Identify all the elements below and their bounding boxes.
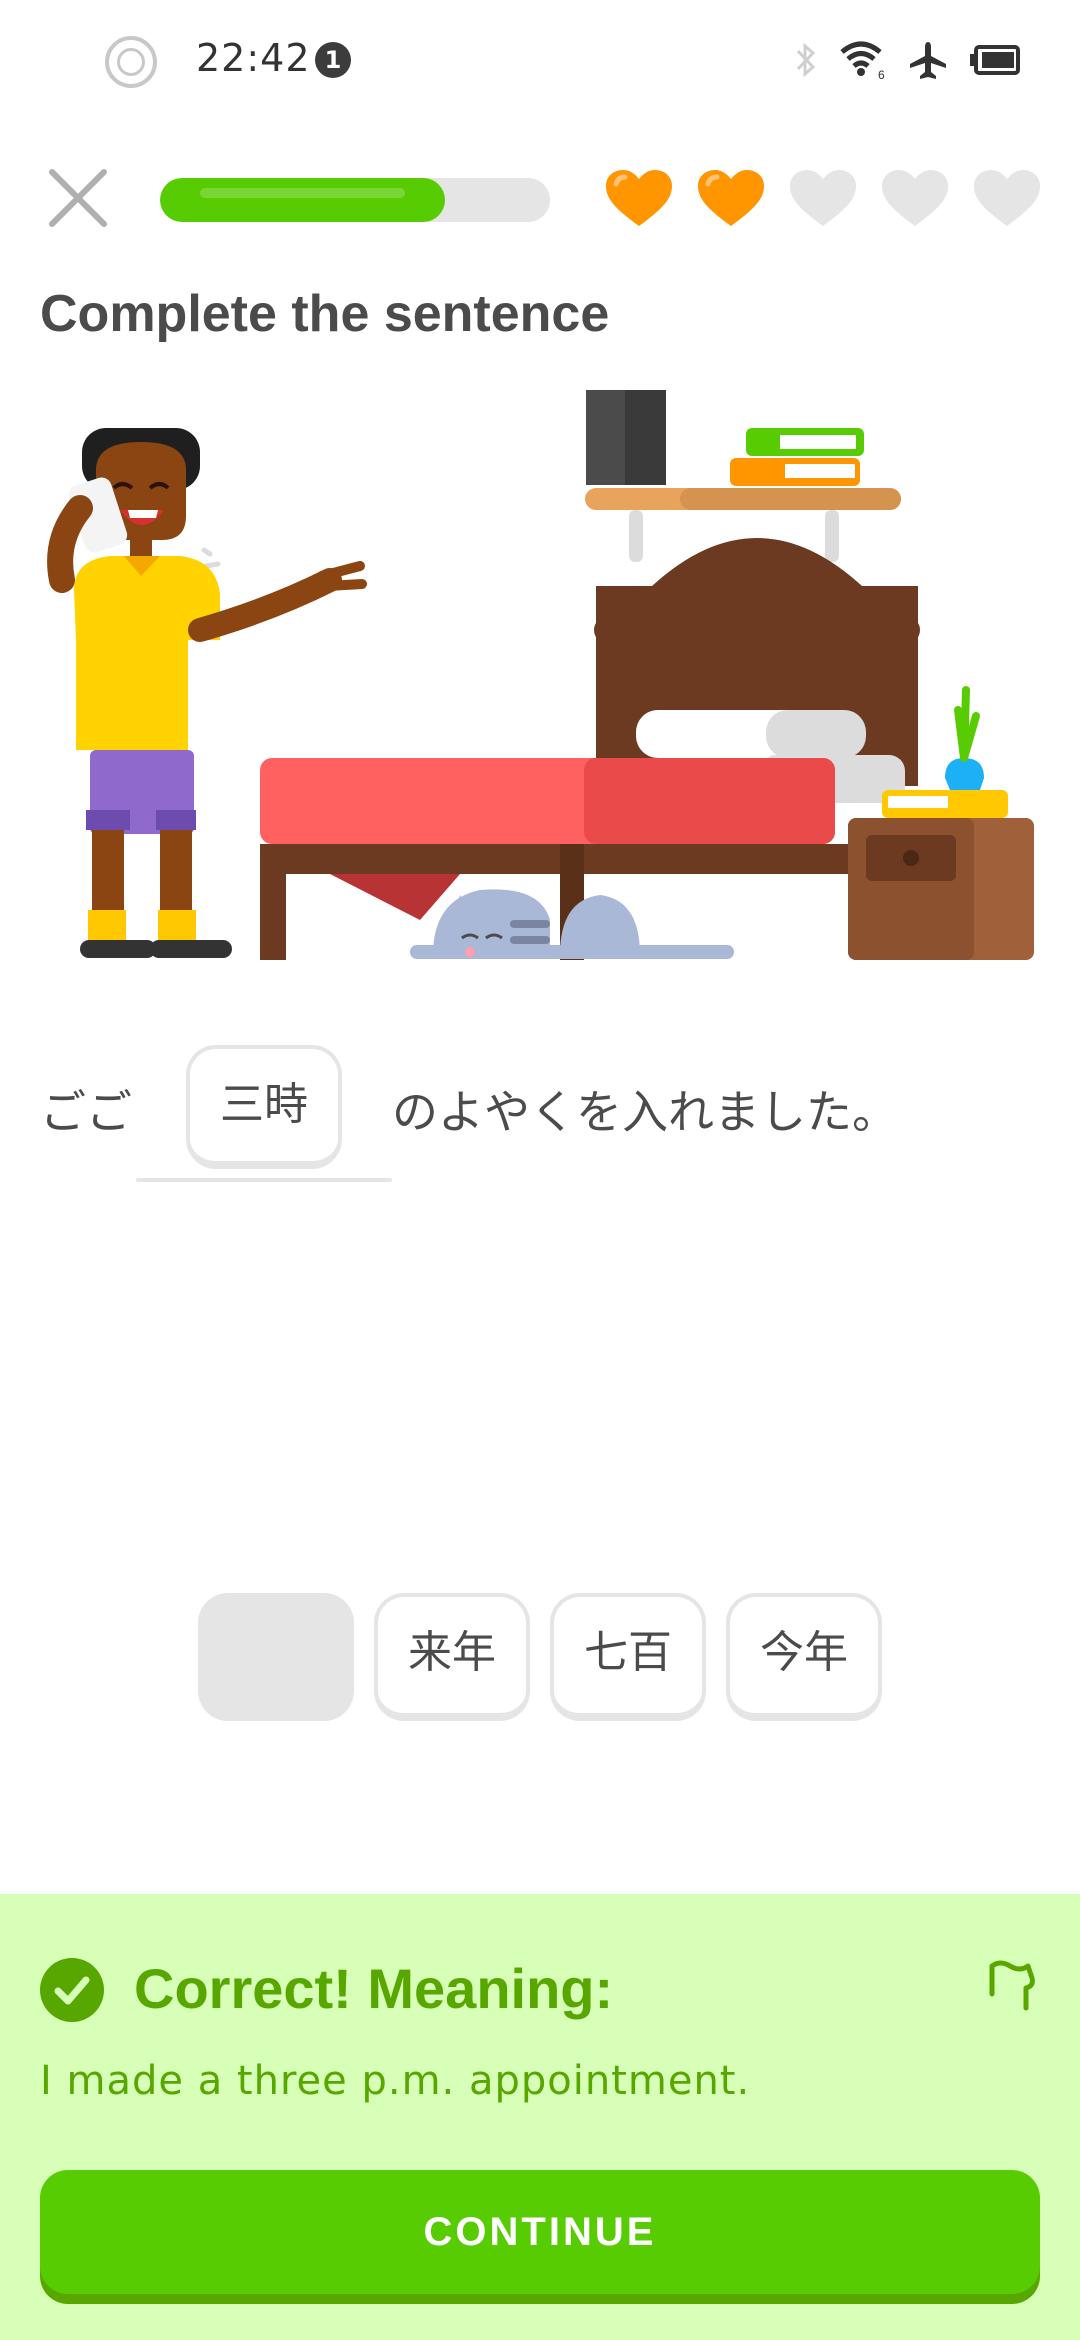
heart-full-icon [606, 170, 672, 226]
answer-tile[interactable]: 三時 [186, 1045, 342, 1169]
lesson-illustration [47, 390, 1034, 960]
heart-full-icon [698, 170, 764, 226]
wifi-icon: 6 [840, 41, 885, 80]
svg-text:6: 6 [878, 68, 885, 80]
bed [260, 538, 920, 960]
feedback-panel: Correct! Meaning: I made a three p.m. ap… [0, 1894, 1080, 2340]
close-icon [49, 169, 107, 227]
sentence: ごご 三時 のよやくを入れました。 [40, 1040, 1040, 1190]
flag-icon [989, 1960, 1035, 2011]
status-icons: 6 [794, 36, 1020, 84]
prompt-title: Complete the sentence [40, 285, 610, 343]
status-time: 22:42 [196, 36, 311, 80]
report-flag-button[interactable] [982, 1954, 1042, 2014]
heart-empty-icon [790, 170, 856, 226]
continue-button[interactable]: CONTINUE [40, 2170, 1040, 2294]
sentence-before: ごご [40, 1085, 132, 1139]
feedback-title: Correct! Meaning: [134, 1957, 614, 2020]
close-button[interactable] [46, 166, 110, 230]
checkmark-icon [40, 1958, 104, 2022]
wall-shelf [585, 390, 901, 562]
heart-empty-icon [974, 170, 1040, 226]
bluetooth-icon [796, 42, 816, 78]
word-bank-slot-empty [198, 1593, 354, 1721]
word-tile[interactable]: 七百 [550, 1593, 706, 1721]
battery-icon [970, 45, 1020, 75]
answer-blank-underline [136, 1178, 392, 1182]
airplane-mode-icon [910, 42, 946, 79]
circle-status-icon [105, 36, 157, 88]
word-tile[interactable]: 来年 [374, 1593, 530, 1721]
progress-fill [160, 178, 445, 222]
word-bank: 来年 七百 今年 [198, 1593, 882, 1721]
hearts-indicator [604, 168, 1042, 230]
status-bar: 22:42 1 6 [0, 0, 1080, 120]
heart-empty-icon [882, 170, 948, 226]
sentence-after: のよやくを入れました。 [392, 1085, 898, 1139]
word-tile[interactable]: 今年 [726, 1593, 882, 1721]
notification-badge: 1 [315, 42, 351, 78]
person [47, 428, 367, 958]
progress-shine [200, 188, 405, 198]
lesson-progress-bar [160, 178, 550, 222]
feedback-meaning: I made a three p.m. appointment. [40, 2058, 751, 2104]
